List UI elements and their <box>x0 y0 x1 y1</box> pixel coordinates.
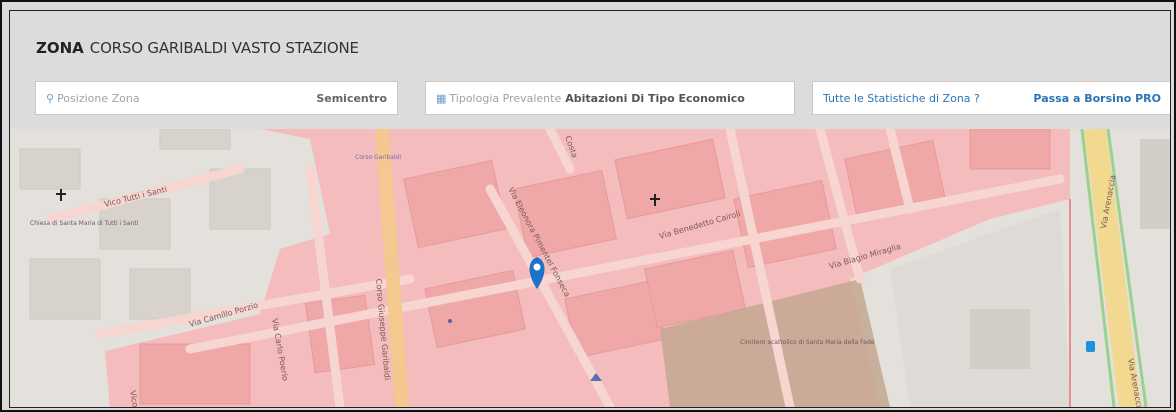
position-value: Semicentro <box>316 91 387 105</box>
stats-question: Tutte le Statistiche di Zona ? <box>823 91 980 105</box>
corso-garibaldi-poi-label: Corso Garibaldi <box>355 154 401 161</box>
typology-box: ▦ Tipologia Prevalente Abitazioni Di Tip… <box>425 81 795 115</box>
page-title: ZONA CORSO GARIBALDI VASTO STAZIONE <box>36 39 359 57</box>
zone-header: ZONA CORSO GARIBALDI VASTO STAZIONE ⚲ Posi… <box>10 11 1170 129</box>
stats-box: Tutte le Statistiche di Zona ? Passa a B… <box>812 81 1170 115</box>
zone-map[interactable]: Vico Tutti i Santi Via Camillo Porzio Vi… <box>10 129 1170 407</box>
bus-stop-icon <box>1086 341 1095 352</box>
zone-name: CORSO GARIBALDI VASTO STAZIONE <box>89 39 359 57</box>
typology-value: Abitazioni Di Tipo Economico <box>565 91 745 105</box>
zone-label: ZONA <box>36 39 84 57</box>
borsino-pro-link[interactable]: Passa a Borsino PRO <box>1033 92 1161 105</box>
position-box: ⚲ Posizione Zona Semicentro <box>35 81 398 115</box>
building-icon: ▦ <box>436 91 447 105</box>
cemetery-label: Cimitero acattolico di Santa Maria della… <box>740 339 875 346</box>
screenshot-frame: ZONA CORSO GARIBALDI VASTO STAZIONE ⚲ Posi… <box>0 0 1176 412</box>
typology-label: Tipologia Prevalente <box>449 91 562 105</box>
position-label: Posizione Zona <box>57 91 140 105</box>
church-label: Chiesa di Santa Maria di Tutti i Santi <box>30 220 139 227</box>
poi-dot-icon <box>448 319 452 323</box>
location-pin-icon: ⚲ <box>46 91 55 105</box>
zone-panel: ZONA CORSO GARIBALDI VASTO STAZIONE ⚲ Posi… <box>9 10 1171 408</box>
